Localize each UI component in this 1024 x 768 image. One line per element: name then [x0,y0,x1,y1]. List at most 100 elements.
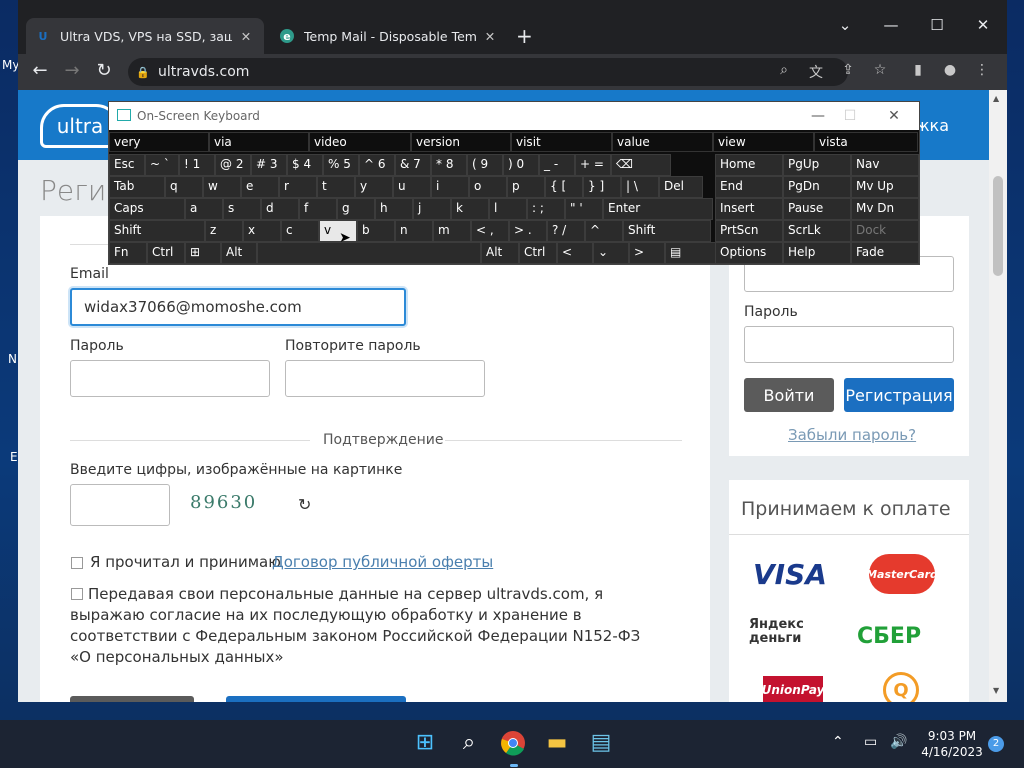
osk-key[interactable]: Del [659,176,703,198]
back-arrow-icon[interactable]: ← [26,60,54,81]
osk-key[interactable]: t [317,176,355,198]
osk-key[interactable]: ^ [585,220,623,242]
osk-nav-key[interactable]: Mv Up [851,176,919,198]
email-field[interactable]: widax37066@momoshe.com [70,288,406,326]
scroll-down-icon[interactable]: ▼ [993,686,999,695]
osk-key[interactable]: Alt [481,242,519,264]
maximize-button[interactable]: ☐ [914,16,960,34]
osk-key[interactable]: i [431,176,469,198]
forward-arrow-icon[interactable]: → [58,60,86,81]
osk-nav-key[interactable]: PrtScn [715,220,783,242]
osk-key[interactable]: d [261,198,299,220]
osk-key[interactable]: w [203,176,241,198]
osk-key[interactable]: z [205,220,243,242]
osk-suggestion[interactable]: vista [814,132,918,152]
osk-key[interactable]: ⊞ [185,242,221,264]
osk-key[interactable]: ~ ` [145,154,179,176]
osk-key[interactable] [257,242,481,264]
login-password-field[interactable] [744,326,954,363]
menu-kebab-icon[interactable]: ⋮ [972,62,992,78]
osk-key[interactable]: h [375,198,413,220]
bookmark-star-icon[interactable]: ☆ [870,62,890,78]
osk-nav-key[interactable]: Home [715,154,783,176]
chevron-up-icon[interactable]: ⌃ [832,734,844,750]
osk-nav-key[interactable]: Pause [783,198,851,220]
scrollbar-thumb[interactable] [993,176,1003,276]
osk-key[interactable]: r [279,176,317,198]
new-tab-button[interactable]: + [516,24,533,48]
osk-key[interactable]: e [241,176,279,198]
osk-key[interactable]: # 3 [251,154,287,176]
network-icon[interactable]: ▭ [864,734,877,750]
osk-key[interactable]: > . [509,220,547,242]
tab-temp-mail[interactable]: e Temp Mail - Disposable Tempora ✕ [270,18,508,54]
osk-key[interactable]: ? / [547,220,585,242]
osk-key[interactable]: m [433,220,471,242]
osk-key[interactable]: b [357,220,395,242]
osk-key[interactable]: ) 0 [503,154,539,176]
search-icon[interactable]: ⌕ [454,730,484,760]
osk-key[interactable]: > [629,242,665,264]
minimize-button[interactable]: — [868,16,914,34]
osk-key[interactable]: < [557,242,593,264]
osk-key[interactable]: x [243,220,281,242]
close-tab-icon[interactable]: ✕ [482,29,498,44]
start-windows-icon[interactable]: ⊞ [410,730,440,760]
register-button[interactable]: Регистрация [844,378,954,412]
login-button[interactable]: Войти [744,378,834,412]
osk-key[interactable]: o [469,176,507,198]
osk-key[interactable]: & 7 [395,154,431,176]
osk-key[interactable]: ⌫ [611,154,671,176]
osk-key[interactable]: Ctrl [147,242,185,264]
volume-icon[interactable]: 🔊 [890,734,907,750]
osk-key[interactable]: % 5 [323,154,359,176]
osk-nav-key[interactable]: End [715,176,783,198]
offer-link[interactable]: Договор публичной оферты [272,553,493,571]
osk-key[interactable]: _ - [539,154,575,176]
osk-key[interactable]: u [393,176,431,198]
osk-nav-key[interactable]: Nav [851,154,919,176]
captcha-field[interactable] [70,484,170,526]
osk-nav-key[interactable]: Fade [851,242,919,264]
sidepanel-icon[interactable]: ▮ [908,62,928,78]
osk-key[interactable]: j [413,198,451,220]
desktop-icon-label[interactable]: E [10,450,18,464]
osk-nav-key[interactable]: Dock [851,220,919,242]
refresh-captcha-icon[interactable]: ↻ [298,495,311,514]
osk-key[interactable]: ^ 6 [359,154,395,176]
search-icon[interactable]: ⌕ [774,62,794,78]
osk-nav-key[interactable]: Options [715,242,783,264]
osk-key[interactable]: Tab [109,176,165,198]
osk-key[interactable]: l [489,198,527,220]
desktop-icon-label[interactable]: My [2,58,19,72]
clock[interactable]: 9:03 PM 4/16/2023 [920,728,984,760]
osk-key[interactable]: } ] [583,176,621,198]
osk-key[interactable]: v [319,220,357,242]
repeat-password-field[interactable] [285,360,485,397]
osk-key[interactable]: p [507,176,545,198]
osk-key[interactable]: ( 9 [467,154,503,176]
osk-key[interactable]: * 8 [431,154,467,176]
osk-key[interactable]: Alt [221,242,257,264]
osk-taskbar-icon[interactable]: ▤ [586,730,616,760]
osk-suggestion[interactable]: very [109,132,209,152]
osk-key[interactable]: n [395,220,433,242]
osk-nav-key[interactable]: Insert [715,198,783,220]
osk-key[interactable]: { [ [545,176,583,198]
osk-key[interactable]: $ 4 [287,154,323,176]
desktop-icon-label[interactable]: N [8,352,17,366]
tab-ultravds[interactable]: U Ultra VDS, VPS на SSD, защита о ✕ [26,18,264,54]
osk-key[interactable]: | \ [621,176,659,198]
osk-key[interactable]: g [337,198,375,220]
osk-close-button[interactable]: ✕ [879,108,909,124]
osk-key[interactable]: f [299,198,337,220]
osk-nav-key[interactable]: PgUp [783,154,851,176]
translate-icon[interactable]: 文 [806,62,826,82]
osk-key[interactable]: Ctrl [519,242,557,264]
chrome-icon[interactable] [498,730,528,760]
osk-key[interactable]: s [223,198,261,220]
header-link[interactable]: жка [915,116,949,135]
submit-button[interactable] [226,696,406,702]
share-icon[interactable]: ⇪ [838,62,858,78]
osk-nav-key[interactable]: Mv Dn [851,198,919,220]
